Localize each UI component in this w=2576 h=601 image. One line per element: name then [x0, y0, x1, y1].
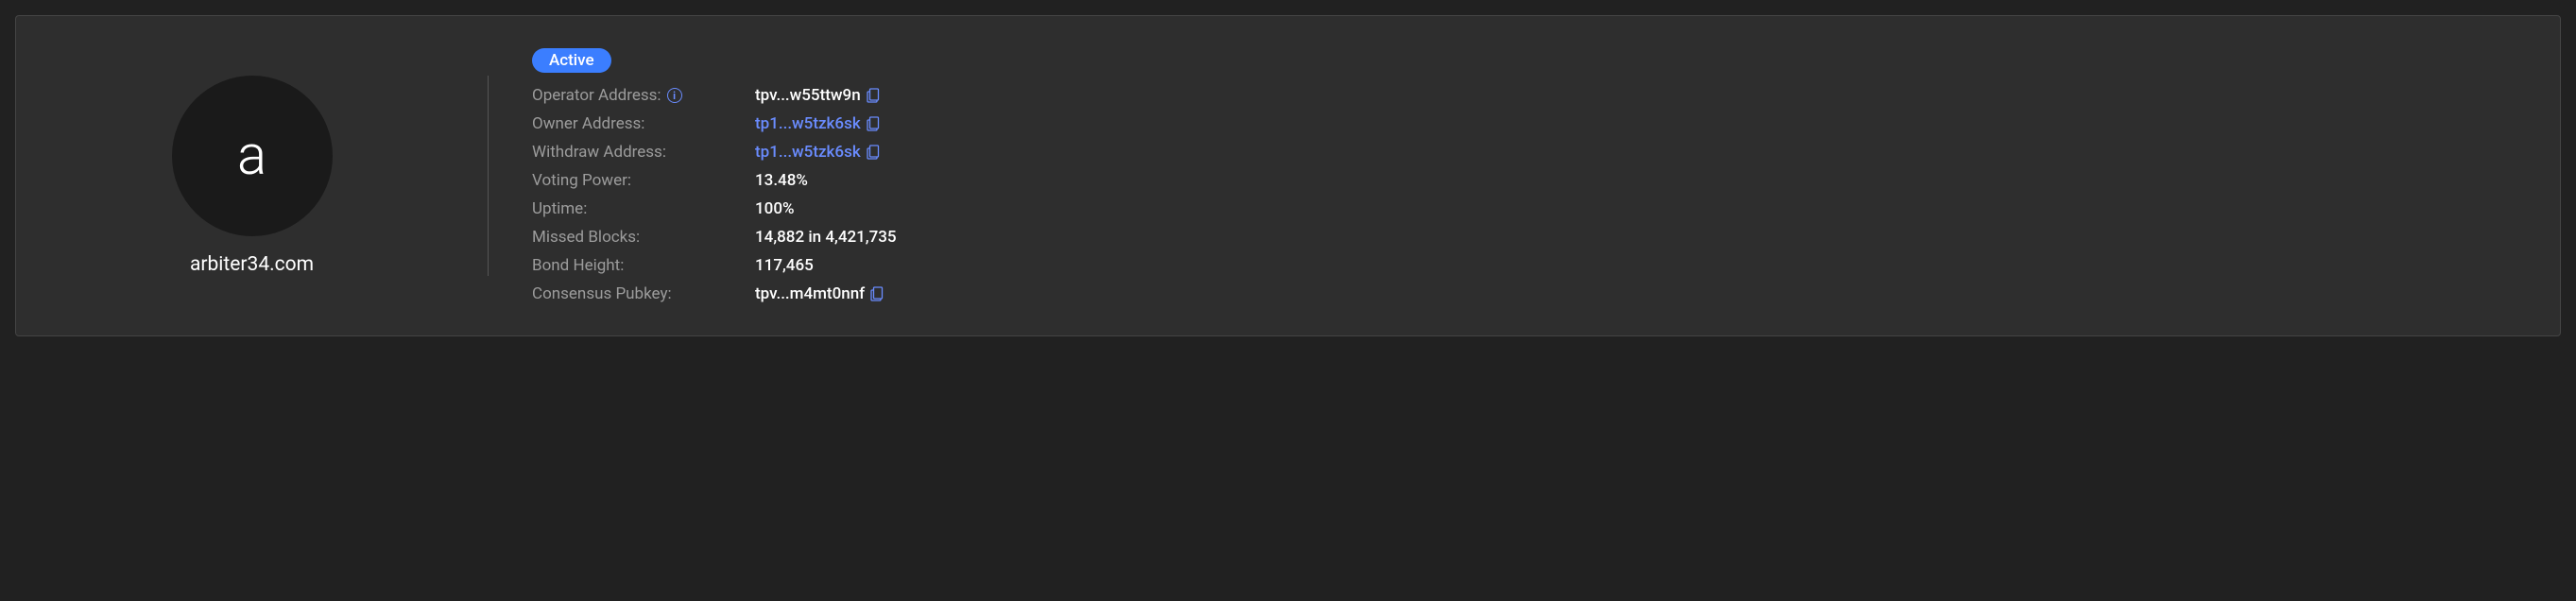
operator-address-label: Operator Address: i: [532, 86, 746, 105]
withdraw-address-link[interactable]: tp1...w5tzk6sk: [755, 143, 861, 162]
uptime-value: 100%: [755, 199, 2522, 218]
validator-details: Active Operator Address: i tpv...w55ttw9…: [489, 48, 2522, 303]
copy-icon[interactable]: [867, 116, 880, 131]
owner-address-link[interactable]: tp1...w5tzk6sk: [755, 114, 861, 133]
status-badge: Active: [532, 48, 611, 73]
missed-blocks-value: 14,882 in 4,421,735: [755, 228, 2522, 247]
bond-height-value: 117,465: [755, 256, 2522, 275]
info-grid: Operator Address: i tpv...w55ttw9n Owner…: [532, 86, 2522, 303]
voting-power-label: Voting Power:: [532, 171, 746, 190]
validator-card: a arbiter34.com Active Operator Address:…: [15, 15, 2561, 336]
owner-address-value: tp1...w5tzk6sk: [755, 114, 2522, 133]
avatar-letter: a: [237, 124, 266, 188]
uptime-label: Uptime:: [532, 199, 746, 218]
copy-icon[interactable]: [867, 145, 880, 160]
voting-power-value: 13.48%: [755, 171, 2522, 190]
operator-address-value: tpv...w55ttw9n: [755, 86, 2522, 105]
copy-icon[interactable]: [867, 88, 880, 103]
avatar: a: [172, 76, 333, 236]
owner-address-label: Owner Address:: [532, 114, 746, 133]
info-icon[interactable]: i: [667, 88, 682, 103]
consensus-pubkey-value: tpv...m4mt0nnf: [755, 284, 2522, 303]
validator-identity: a arbiter34.com: [54, 76, 489, 276]
copy-icon[interactable]: [870, 286, 884, 301]
missed-blocks-label: Missed Blocks:: [532, 228, 746, 247]
withdraw-address-label: Withdraw Address:: [532, 143, 746, 162]
validator-name: arbiter34.com: [190, 253, 314, 276]
bond-height-label: Bond Height:: [532, 256, 746, 275]
consensus-pubkey-label: Consensus Pubkey:: [532, 284, 746, 303]
withdraw-address-value: tp1...w5tzk6sk: [755, 143, 2522, 162]
